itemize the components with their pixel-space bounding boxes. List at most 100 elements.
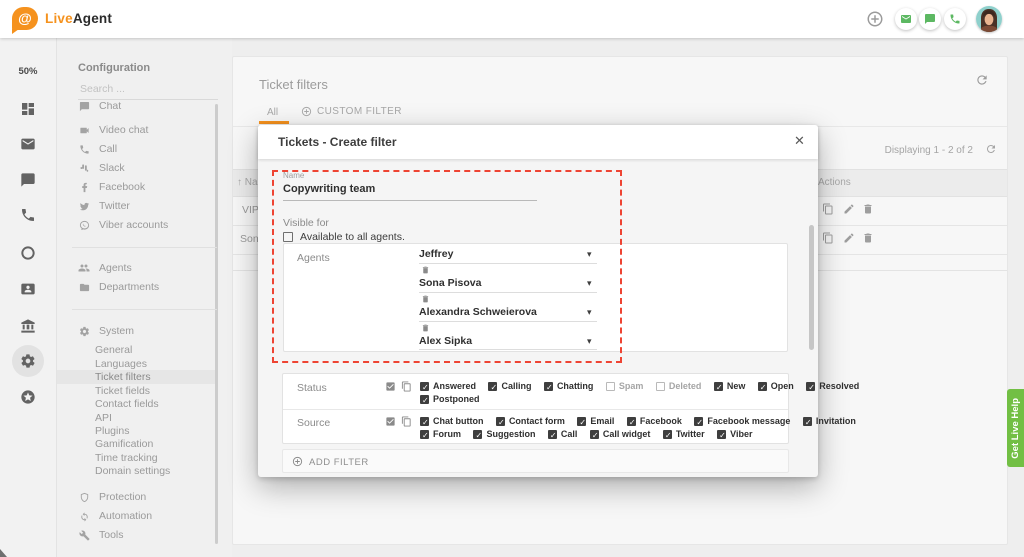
config-item-facebook[interactable]: Facebook bbox=[57, 178, 217, 196]
rail-tickets-button[interactable] bbox=[20, 136, 36, 152]
chevron-down-icon[interactable]: ▾ bbox=[587, 249, 592, 260]
source-option[interactable]: Viber bbox=[717, 428, 752, 441]
close-icon[interactable]: ✕ bbox=[794, 133, 805, 149]
trash-icon bbox=[421, 294, 430, 304]
source-option[interactable]: Forum bbox=[420, 428, 461, 441]
viber-icon bbox=[78, 220, 90, 231]
agent-select[interactable]: Alexandra Schweierova bbox=[419, 306, 537, 318]
config-subitem-api[interactable]: API bbox=[95, 412, 217, 426]
chat-notifications-button[interactable] bbox=[919, 8, 941, 30]
modal-scrollbar[interactable] bbox=[809, 225, 814, 350]
source-option[interactable]: Invitation bbox=[803, 415, 856, 428]
config-item-chat[interactable]: Chat bbox=[57, 102, 217, 115]
edit-filter-button[interactable] bbox=[843, 203, 855, 215]
status-option[interactable]: Chatting bbox=[544, 380, 594, 393]
delete-filter-button[interactable] bbox=[862, 203, 874, 215]
rail-chat-button[interactable] bbox=[20, 172, 36, 188]
config-subitem-plugins[interactable]: Plugins bbox=[95, 425, 217, 439]
config-subitem-general[interactable]: General bbox=[95, 344, 217, 358]
copy-icon[interactable] bbox=[401, 381, 412, 392]
trash-icon bbox=[421, 265, 430, 275]
rail-settings-button[interactable] bbox=[20, 353, 36, 369]
refresh-button[interactable] bbox=[975, 73, 989, 87]
email-notifications-button[interactable] bbox=[895, 8, 917, 30]
source-option[interactable]: Call bbox=[548, 428, 578, 441]
source-option[interactable]: Suggestion bbox=[473, 428, 535, 441]
checkbox-icon bbox=[717, 430, 726, 439]
source-option[interactable]: Facebook bbox=[627, 415, 682, 428]
tab-all[interactable]: All bbox=[267, 107, 278, 118]
status-option[interactable]: Spam bbox=[606, 380, 644, 393]
config-item-call[interactable]: Call bbox=[57, 140, 217, 158]
status-option[interactable]: Postponed bbox=[420, 393, 480, 406]
rail-academy-button[interactable] bbox=[20, 318, 36, 334]
source-option[interactable]: Twitter bbox=[663, 428, 705, 441]
checkbox-icon bbox=[590, 430, 599, 439]
config-item-departments[interactable]: Departments bbox=[57, 278, 217, 296]
status-option[interactable]: Deleted bbox=[656, 380, 702, 393]
config-item-tools[interactable]: Tools bbox=[57, 526, 217, 544]
edit-filter-button[interactable] bbox=[843, 232, 855, 244]
agent-select[interactable]: Sona Pisova bbox=[419, 277, 481, 289]
pencil-icon bbox=[843, 232, 855, 244]
config-subitem-ticket-fields[interactable]: Ticket fields bbox=[95, 385, 217, 399]
copy-filter-button[interactable] bbox=[822, 232, 834, 244]
select-all-icon[interactable] bbox=[385, 416, 396, 427]
copy-icon[interactable] bbox=[401, 416, 412, 427]
source-option[interactable]: Contact form bbox=[496, 415, 565, 428]
user-avatar[interactable] bbox=[976, 6, 1002, 32]
config-item-protection[interactable]: Protection bbox=[57, 488, 217, 506]
config-item-viber[interactable]: Viber accounts bbox=[57, 216, 217, 234]
config-subitem-ticket-filters[interactable]: Ticket filters bbox=[95, 371, 217, 385]
remove-agent-button[interactable] bbox=[421, 294, 430, 304]
select-all-icon[interactable] bbox=[385, 381, 396, 392]
rail-addons-button[interactable] bbox=[20, 389, 36, 405]
status-option[interactable]: New bbox=[714, 380, 746, 393]
status-option[interactable]: Calling bbox=[488, 380, 531, 393]
add-filter-button[interactable]: ADD FILTER bbox=[282, 449, 789, 473]
config-item-video-chat[interactable]: Video chat bbox=[57, 121, 217, 139]
rail-dashboard-button[interactable] bbox=[20, 101, 36, 117]
source-option[interactable]: Call widget bbox=[590, 428, 651, 441]
rail-contacts-button[interactable] bbox=[20, 281, 36, 297]
status-option[interactable]: Open bbox=[758, 380, 794, 393]
config-item-twitter[interactable]: Twitter bbox=[57, 197, 217, 215]
config-item-slack[interactable]: Slack bbox=[57, 159, 217, 177]
filter-name-input[interactable] bbox=[283, 181, 533, 196]
filter-row-name: VIP bbox=[242, 204, 259, 216]
remove-agent-button[interactable] bbox=[421, 323, 430, 333]
add-new-button[interactable] bbox=[866, 10, 884, 28]
config-subitem-time-tracking[interactable]: Time tracking bbox=[95, 452, 217, 466]
rail-time-button[interactable] bbox=[20, 245, 36, 261]
config-subitem-domain-settings[interactable]: Domain settings bbox=[95, 465, 217, 479]
refresh-list-button[interactable] bbox=[985, 143, 997, 155]
agent-select[interactable]: Alex Sipka bbox=[419, 335, 472, 347]
displaying-count: Displaying 1 - 2 of 2 bbox=[885, 145, 973, 156]
config-item-system[interactable]: System bbox=[57, 322, 217, 340]
source-option[interactable]: Chat button bbox=[420, 415, 483, 428]
config-item-automation[interactable]: Automation bbox=[57, 507, 217, 525]
rail-call-button[interactable] bbox=[20, 207, 36, 223]
chevron-down-icon[interactable]: ▾ bbox=[587, 307, 592, 318]
config-subitem-gamification[interactable]: Gamification bbox=[95, 438, 217, 452]
call-notifications-button[interactable] bbox=[944, 8, 966, 30]
get-live-help-button[interactable]: Get Live Help bbox=[1007, 389, 1024, 467]
source-option[interactable]: Facebook message bbox=[694, 415, 790, 428]
all-agents-checkbox[interactable] bbox=[283, 232, 293, 242]
source-option[interactable]: Email bbox=[577, 415, 614, 428]
chevron-down-icon[interactable]: ▾ bbox=[587, 336, 592, 347]
status-option[interactable]: Answered bbox=[420, 380, 476, 393]
shield-icon bbox=[78, 492, 90, 503]
config-search-input[interactable] bbox=[78, 80, 220, 98]
config-item-agents[interactable]: Agents bbox=[57, 259, 217, 277]
config-menu: Chat Video chat Call Slack Facebook Twit… bbox=[57, 102, 232, 557]
remove-agent-button[interactable] bbox=[421, 265, 430, 275]
tab-custom-filter[interactable]: CUSTOM FILTER bbox=[301, 106, 402, 117]
chevron-down-icon[interactable]: ▾ bbox=[587, 278, 592, 289]
config-subitem-contact-fields[interactable]: Contact fields bbox=[95, 398, 217, 412]
delete-filter-button[interactable] bbox=[862, 232, 874, 244]
copy-filter-button[interactable] bbox=[822, 203, 834, 215]
agent-select[interactable]: Jeffrey bbox=[419, 248, 453, 260]
status-option[interactable]: Resolved bbox=[806, 380, 859, 393]
folder-icon bbox=[78, 282, 90, 293]
